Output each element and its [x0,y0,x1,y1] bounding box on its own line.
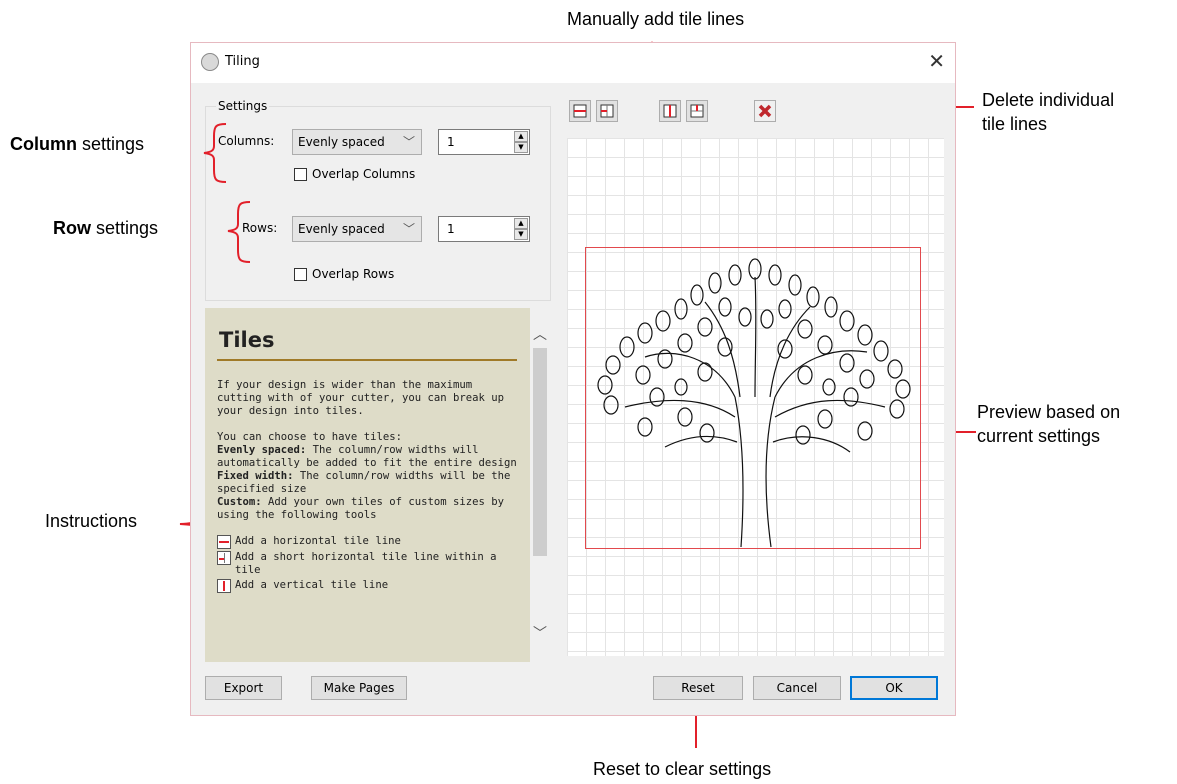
columns-spinner[interactable]: ▲ ▼ [514,131,528,153]
help-custom: Custom: Add your own tiles of custom siz… [217,496,505,521]
cancel-button[interactable]: Cancel [753,676,841,700]
spin-down-icon[interactable]: ▼ [514,142,528,153]
help-intro: If your design is wider than the maximum… [217,379,505,417]
annotation-reset: Reset to clear settings [593,759,772,779]
horizontal-line-icon [573,104,587,118]
annotation-row-settings: Row settings [53,218,159,238]
tree-icon [597,258,911,548]
annotation-manual-tile-lines: Manually add tile lines [567,9,745,29]
help-title: Tiles [219,328,275,352]
overlap-rows-label: Overlap Rows [312,267,395,281]
add-horizontal-line-button[interactable] [569,100,591,122]
make-pages-button[interactable]: Make Pages [311,676,407,700]
spin-up-icon[interactable]: ▲ [514,218,528,229]
columns-mode-select[interactable]: Evenly spaced ﹀ [292,129,422,155]
tiling-dialog: Tiling ✕ Settings Columns: Evenly spaced… [190,42,956,716]
help-tool-vertical: Add a vertical tile line [217,579,522,593]
settings-group: Settings Columns: Evenly spaced ﹀ 1 ▲ ▼ O… [205,99,551,301]
help-body: If your design is wider than the maximum… [217,379,522,595]
annotation-delete-line2: tile lines [982,114,1048,134]
title-bar: Tiling ✕ [191,43,955,83]
app-icon [201,53,219,71]
bracket-column-settings [203,123,227,183]
horizontal-line-icon [217,535,231,549]
tile-preview[interactable] [567,138,944,656]
spin-up-icon[interactable]: ▲ [514,131,528,142]
columns-count-value: 1 [447,135,455,149]
annotation-preview-line1: Preview based on [977,402,1121,422]
export-button[interactable]: Export [205,676,282,700]
delete-line-button[interactable] [754,100,776,122]
close-icon[interactable]: ✕ [928,49,945,74]
ok-button[interactable]: OK [850,676,938,700]
help-scroll-thumb[interactable] [533,348,547,556]
add-vertical-line-button[interactable] [659,100,681,122]
help-tool-horizontal: Add a horizontal tile line [217,535,522,549]
vertical-line-icon [663,104,677,118]
overlap-rows-checkbox[interactable] [294,268,307,281]
reset-button[interactable]: Reset [653,676,743,700]
dialog-title: Tiling [225,54,260,69]
overlap-columns-checkbox[interactable] [294,168,307,181]
rows-spinner[interactable]: ▲ ▼ [514,218,528,240]
help-choose: You can choose to have tiles: [217,431,402,443]
short-horizontal-line-icon [217,551,231,565]
delete-x-icon [758,104,772,118]
rows-count-value: 1 [447,222,455,236]
spin-down-icon[interactable]: ▼ [514,229,528,240]
vertical-line-icon [217,579,231,593]
annotation-delete-line1: Delete individual [982,90,1115,110]
rows-count-input[interactable]: 1 ▲ ▼ [438,216,530,242]
bracket-row-settings [227,201,251,263]
rows-mode-select[interactable]: Evenly spaced ﹀ [292,216,422,242]
scroll-up-icon[interactable]: ︿ [533,324,547,344]
short-horizontal-line-icon [600,104,614,118]
columns-count-input[interactable]: 1 ▲ ▼ [438,129,530,155]
add-short-horizontal-line-button[interactable] [596,100,618,122]
columns-mode-value: Evenly spaced [298,135,385,149]
help-evenly: Evenly spaced: The column/row widths wil… [217,444,517,469]
short-vertical-line-icon [690,104,704,118]
annotation-preview-line2: current settings [977,426,1101,446]
chevron-down-icon: ﹀ [402,222,415,236]
help-fixed: Fixed width: The column/row widths will … [217,470,511,495]
annotation-column-settings: Column settings [10,134,145,154]
annotation-instructions: Instructions [45,511,138,531]
overlap-columns-label: Overlap Columns [312,167,416,181]
help-title-rule [217,359,517,361]
add-short-vertical-line-button[interactable] [686,100,708,122]
help-tool-short-horizontal: Add a short horizontal tile line within … [217,551,522,577]
help-panel: Tiles If your design is wider than the m… [205,308,530,662]
chevron-down-icon: ﹀ [402,135,415,149]
settings-label: Settings [216,99,270,113]
rows-mode-value: Evenly spaced [298,222,385,236]
scroll-down-icon[interactable]: ﹀ [533,623,547,643]
